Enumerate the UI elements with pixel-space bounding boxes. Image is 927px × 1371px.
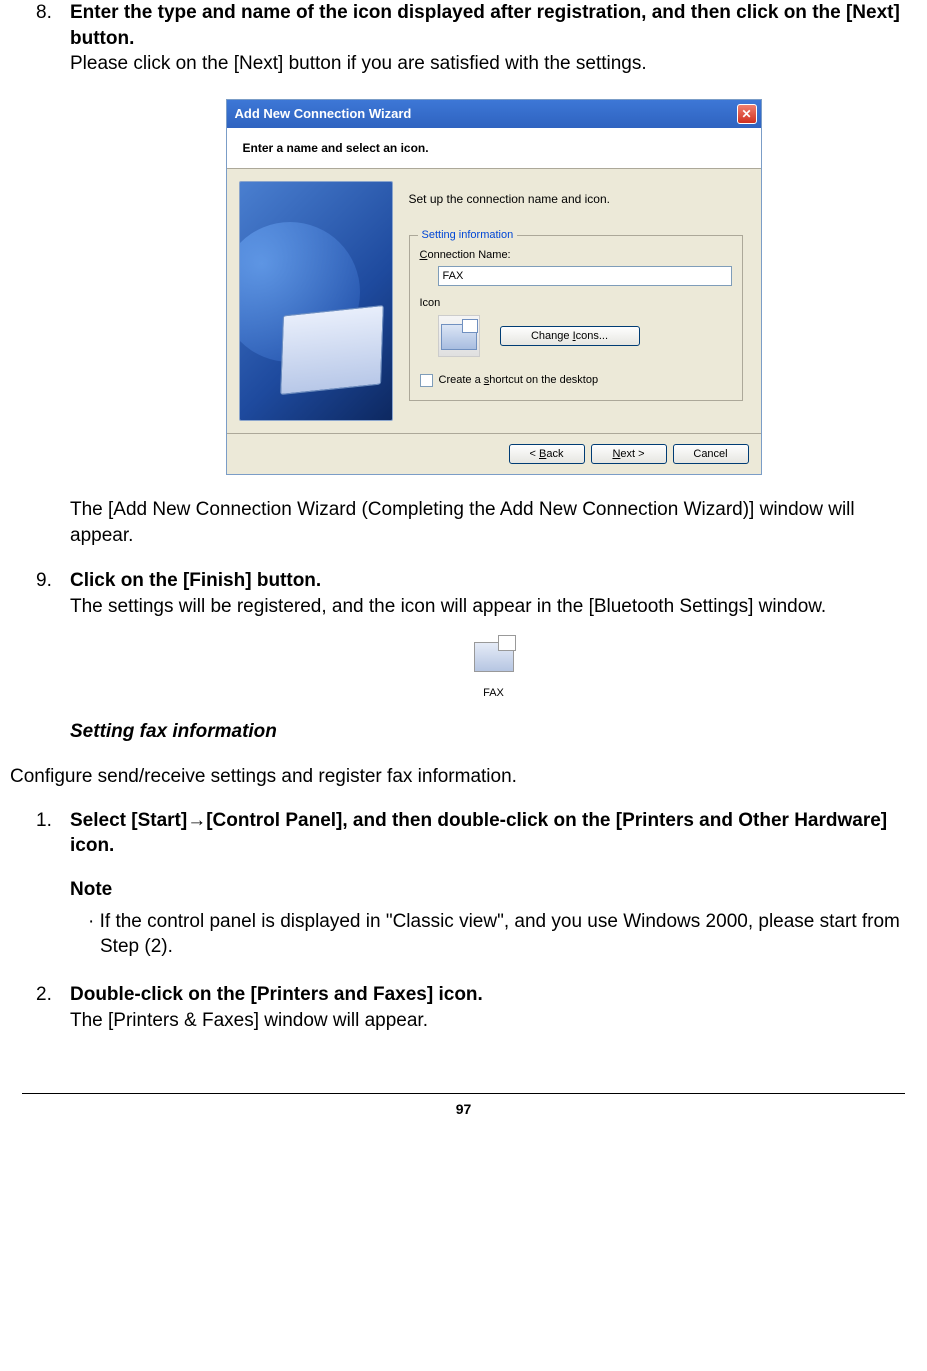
- step8-heading: Enter the type and name of the icon disp…: [70, 2, 900, 49]
- step8-body: Please click on the [Next] button if you…: [70, 53, 647, 74]
- shortcut-label: Create a shortcut on the desktop: [439, 373, 599, 388]
- fax-graphic: [280, 305, 384, 395]
- step9-heading: Click on the [Finish] button.: [70, 570, 321, 591]
- step9-body: The settings will be registered, and the…: [70, 596, 826, 617]
- step2-heading: Double-click on the [Printers and Faxes]…: [70, 984, 483, 1005]
- step-number-2: 2.: [36, 982, 52, 1008]
- fax-icon: [441, 324, 477, 350]
- wizard-banner-text: Enter a name and select an icon.: [243, 141, 429, 155]
- fax-icon-small: [474, 642, 514, 672]
- step-number-8: 8.: [36, 0, 52, 26]
- back-button[interactable]: < Back: [509, 444, 585, 464]
- section-heading: Setting fax information: [70, 719, 917, 745]
- close-icon[interactable]: ✕: [737, 104, 757, 124]
- icon-preview: [438, 315, 480, 357]
- shortcut-checkbox[interactable]: [420, 374, 433, 387]
- intro-paragraph: Configure send/receive settings and regi…: [10, 764, 917, 790]
- change-icons-button[interactable]: Change Icons...: [500, 326, 640, 346]
- icon-label: Icon: [420, 296, 732, 311]
- step2-body: The [Printers & Faxes] window will appea…: [70, 1010, 428, 1031]
- wizard-banner: Enter a name and select an icon.: [227, 128, 761, 169]
- wizard-titlebar: Add New Connection Wizard ✕: [227, 100, 761, 128]
- step1-heading: Select [Start]→[Control Panel], and then…: [70, 810, 887, 857]
- step-number-1: 1.: [36, 808, 52, 834]
- wizard-instruction: Set up the connection name and icon.: [409, 191, 743, 207]
- setting-info-group: Setting information Connection Name: Ico…: [409, 235, 743, 401]
- cancel-button[interactable]: Cancel: [673, 444, 749, 464]
- wizard-screenshot: Add New Connection Wizard ✕ Enter a name…: [226, 99, 762, 475]
- note-label: Note: [70, 877, 917, 903]
- next-button[interactable]: Next >: [591, 444, 667, 464]
- wizard-title: Add New Connection Wizard: [235, 105, 412, 123]
- after-wizard-text: The [Add New Connection Wizard (Completi…: [70, 497, 917, 548]
- note-body: · If the control panel is displayed in "…: [100, 909, 917, 960]
- group-title: Setting information: [418, 228, 518, 243]
- footer-rule: [22, 1093, 905, 1094]
- page-number: 97: [10, 1100, 917, 1119]
- wizard-side-graphic: [239, 181, 393, 421]
- step-number-9: 9.: [36, 568, 52, 594]
- connection-name-label: Connection Name:: [420, 248, 732, 263]
- fax-desktop-icon: FAX: [468, 642, 520, 701]
- fax-icon-label: FAX: [468, 686, 520, 701]
- connection-name-input[interactable]: [438, 266, 732, 286]
